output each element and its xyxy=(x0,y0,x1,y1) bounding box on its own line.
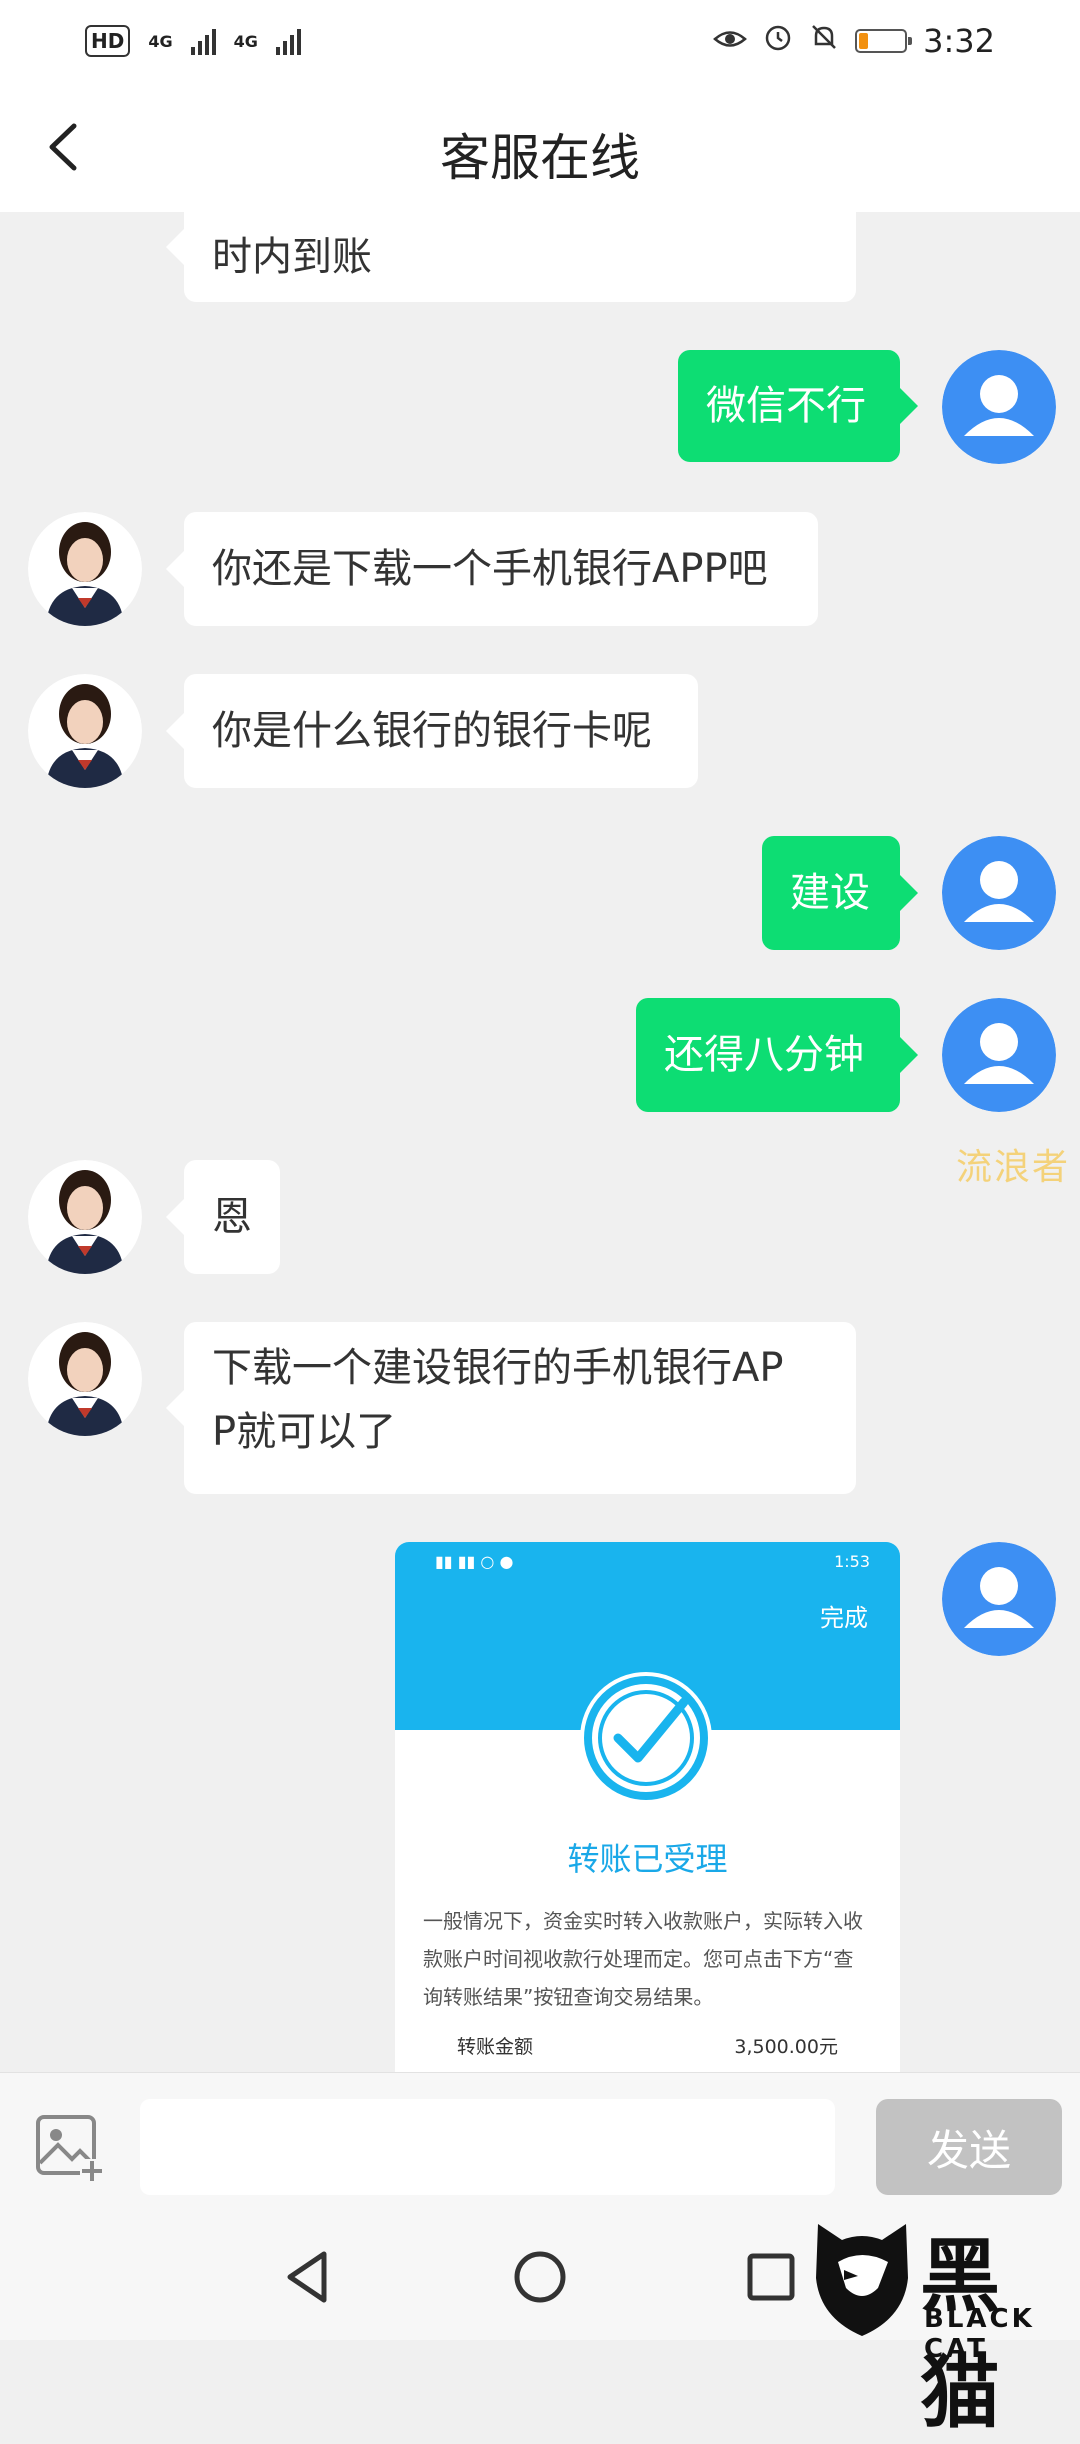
mute-bell-icon xyxy=(809,22,839,60)
receipt-description: 一般情况下，资金实时转入收款账户，实际转入收款账户时间视收款行处理而定。您可点击… xyxy=(423,1909,863,2009)
status-left: HD 4G 4G xyxy=(85,25,301,57)
success-check-icon xyxy=(580,1672,712,1804)
agent-photo-icon xyxy=(28,1322,142,1436)
receipt-title: 转账已受理 xyxy=(567,1840,728,1878)
triangle-back-icon xyxy=(287,2251,327,2303)
circle-home-icon xyxy=(514,2251,566,2303)
nav-home-button[interactable] xyxy=(505,2242,575,2312)
sim2-network-label: 4G xyxy=(233,31,258,51)
message-bubble-user: 微信不行 xyxy=(678,350,918,462)
agent-avatar[interactable] xyxy=(28,674,142,788)
receipt-amount-value: 3,500.00元 xyxy=(734,2036,838,2058)
message-text-line: P就可以了 xyxy=(212,1409,397,1455)
message-bubble-agent: 下载一个建设银行的手机银行AP P就可以了 xyxy=(166,1322,856,1494)
image-plus-icon xyxy=(36,2115,104,2183)
agent-avatar[interactable] xyxy=(28,512,142,626)
agent-avatar[interactable] xyxy=(28,1160,142,1274)
square-recents-icon xyxy=(747,2253,795,2301)
person-icon xyxy=(942,350,1056,464)
nav-back-button[interactable] xyxy=(274,2242,344,2312)
agent-avatar[interactable] xyxy=(28,1322,142,1436)
status-bar: HD 4G 4G 3:32 xyxy=(0,0,1080,82)
person-icon xyxy=(942,998,1056,1112)
message-bubble-agent: 你还是下载一个手机银行APP吧 xyxy=(166,512,818,626)
sim1-network-label: 4G xyxy=(148,31,173,51)
receipt-amount-row: 转账金额 3,500.00元 xyxy=(457,2032,838,2059)
message-bubble-agent: 恩 xyxy=(166,1160,280,1274)
eye-icon xyxy=(713,22,748,60)
battery-icon xyxy=(855,29,913,53)
message-text: 建设 xyxy=(790,870,870,916)
message-text: 你还是下载一个手机银行APP吧 xyxy=(212,546,768,592)
nav-recents-button[interactable] xyxy=(736,2242,806,2312)
message-text: 时内到账 xyxy=(212,234,372,280)
clock-time: 3:32 xyxy=(923,22,995,60)
black-cat-logo: 黑猫 BLACK CAT xyxy=(808,2212,1080,2439)
receipt-status-icons: ▮▮ ▮▮ ○ ● xyxy=(435,1552,514,1571)
logo-en-text: BLACK CAT xyxy=(924,2304,1035,2364)
message-text: 还得八分钟 xyxy=(664,1032,864,1078)
signal-icon-2 xyxy=(275,27,301,55)
agent-photo-icon xyxy=(28,1160,142,1274)
message-bubble-user: 还得八分钟 xyxy=(636,998,918,1112)
message-text-line: 下载一个建设银行的手机银行AP xyxy=(212,1345,784,1391)
agent-photo-icon xyxy=(28,512,142,626)
receipt-time: 1:53 xyxy=(834,1552,870,1571)
person-icon xyxy=(942,836,1056,950)
add-image-button[interactable] xyxy=(34,2113,106,2185)
cat-shield-icon xyxy=(816,2224,908,2336)
user-avatar[interactable] xyxy=(942,1542,1056,1656)
chat-area[interactable]: 时内到账 微信不行 你还是下载一个手机银行APP吧 你是什么银行的银行卡呢 建设… xyxy=(0,212,1080,2072)
status-right: 3:32 xyxy=(713,22,995,60)
watermark-text: 流浪者 xyxy=(956,1147,1071,1188)
hd-badge: HD xyxy=(85,25,131,57)
message-bubble-user: 建设 xyxy=(762,836,918,950)
image-message[interactable]: ▮▮ ▮▮ ○ ● 1:53 完成 转账已受理 一般情况下，资金实时转入收款账户… xyxy=(395,1542,900,2072)
message-bubble-agent: 时内到账 xyxy=(166,212,856,302)
user-avatar[interactable] xyxy=(942,350,1056,464)
receipt-status-bar: ▮▮ ▮▮ ○ ● 1:53 xyxy=(435,1552,870,1571)
message-text: 你是什么银行的银行卡呢 xyxy=(212,708,652,754)
message-bubble-agent: 你是什么银行的银行卡呢 xyxy=(166,674,698,788)
page-title: 客服在线 xyxy=(440,129,640,187)
send-button[interactable]: 发送 xyxy=(876,2099,1062,2195)
person-icon xyxy=(942,1542,1056,1656)
input-bar: 发送 xyxy=(0,2072,1080,2213)
message-input[interactable] xyxy=(140,2099,835,2195)
agent-photo-icon xyxy=(28,674,142,788)
user-avatar[interactable] xyxy=(942,998,1056,1112)
receipt-done-label: 完成 xyxy=(820,1604,868,1632)
message-text: 微信不行 xyxy=(706,383,866,429)
title-bar: 客服在线 xyxy=(0,82,1080,212)
user-avatar[interactable] xyxy=(942,836,1056,950)
signal-icon xyxy=(190,27,216,55)
receipt-amount-label: 转账金额 xyxy=(457,2036,534,2058)
message-text: 恩 xyxy=(212,1194,252,1240)
alarm-icon xyxy=(763,22,793,60)
